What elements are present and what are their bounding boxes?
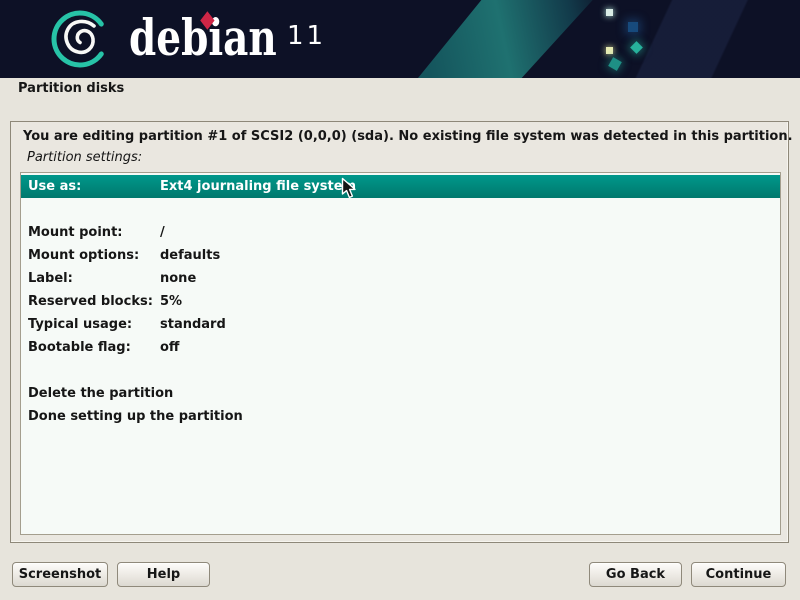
- list-item-reserved-blocks[interactable]: Reserved blocks:5%: [21, 290, 780, 313]
- help-button[interactable]: Help: [117, 562, 210, 587]
- banner-sparkle-square: [606, 9, 613, 16]
- mouse-cursor-icon: [341, 177, 358, 200]
- version-text: 11: [287, 21, 326, 51]
- list-item-done-setting-up[interactable]: Done setting up the partition: [21, 405, 780, 428]
- list-item-mount-point[interactable]: Mount point:/: [21, 221, 780, 244]
- page-title: Partition disks: [18, 81, 124, 96]
- list-item-typical-usage[interactable]: Typical usage:standard: [21, 313, 780, 336]
- banner-sparkle-square: [606, 47, 613, 54]
- settings-caption: Partition settings:: [27, 150, 142, 165]
- partition-dialog: You are editing partition #1 of SCSI2 (0…: [10, 121, 789, 543]
- continue-button[interactable]: Continue: [691, 562, 786, 587]
- list-item-delete-partition[interactable]: Delete the partition: [21, 382, 780, 405]
- dialog-message: You are editing partition #1 of SCSI2 (0…: [23, 129, 793, 144]
- screenshot-button[interactable]: Screenshot: [12, 562, 108, 587]
- debian-wordmark: debian: [129, 10, 277, 68]
- list-item-use-as[interactable]: Use as:Ext4 journaling file system: [21, 175, 780, 198]
- list-item-empty: [21, 198, 780, 221]
- banner-teal-polygon: [418, 0, 610, 78]
- go-back-button[interactable]: Go Back: [589, 562, 682, 587]
- list-item-empty: [21, 359, 780, 382]
- partition-settings-list: Use as:Ext4 journaling file system Mount…: [20, 172, 781, 535]
- debian-swirl-logo: [44, 2, 120, 76]
- installer-banner: debian 11: [0, 0, 800, 78]
- banner-diagonal-band: [600, 0, 800, 78]
- list-item-bootable-flag[interactable]: Bootable flag:off: [21, 336, 780, 359]
- banner-sparkle-square: [628, 22, 638, 32]
- list-item-mount-options[interactable]: Mount options:defaults: [21, 244, 780, 267]
- list-item-label[interactable]: Label:none: [21, 267, 780, 290]
